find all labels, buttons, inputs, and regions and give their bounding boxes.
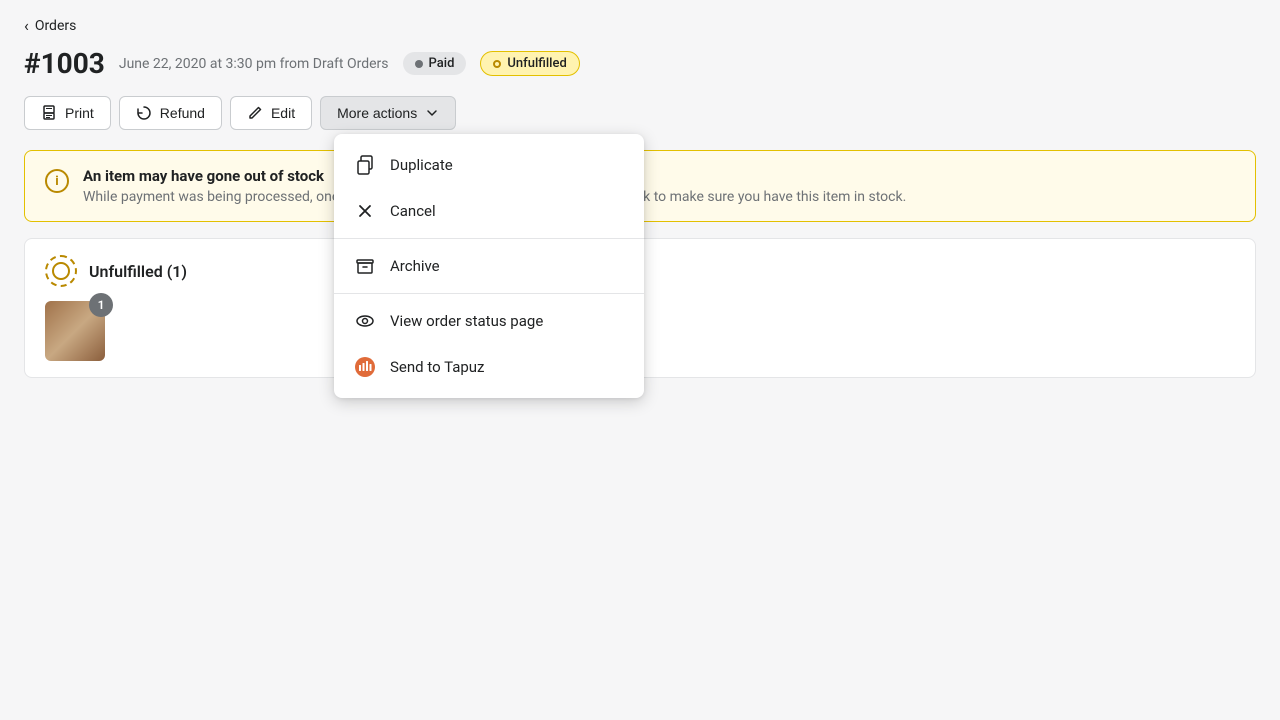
- more-actions-dropdown: Duplicate Cancel: [334, 134, 644, 398]
- back-link[interactable]: ‹ Orders: [24, 16, 76, 35]
- archive-label: Archive: [390, 257, 440, 275]
- edit-button[interactable]: Edit: [230, 96, 312, 130]
- archive-menu-item[interactable]: Archive: [334, 243, 644, 289]
- back-label: Orders: [35, 18, 77, 34]
- duplicate-label: Duplicate: [390, 156, 453, 174]
- refund-button[interactable]: Refund: [119, 96, 222, 130]
- unfulfilled-title: Unfulfilled (1): [89, 262, 187, 281]
- alert-info-icon: i: [45, 169, 69, 193]
- unfulfilled-inner-circle: [52, 262, 70, 280]
- divider-1: [334, 238, 644, 239]
- chevron-down-icon: [425, 106, 439, 120]
- refund-label: Refund: [160, 105, 205, 121]
- more-actions-button[interactable]: More actions: [320, 96, 456, 130]
- edit-icon: [247, 105, 263, 121]
- duplicate-icon: [354, 154, 376, 176]
- view-order-status-menu-item[interactable]: View order status page: [334, 298, 644, 344]
- action-bar: Print Refund Edit More actions: [24, 96, 1256, 130]
- send-tapuz-menu-item[interactable]: Send to Tapuz: [334, 344, 644, 390]
- header-row: #1003 June 22, 2020 at 3:30 pm from Draf…: [24, 47, 1256, 80]
- more-actions-label: More actions: [337, 105, 417, 121]
- paid-label: Paid: [429, 56, 455, 71]
- unfulfilled-status-icon: [45, 255, 77, 287]
- duplicate-menu-item[interactable]: Duplicate: [334, 142, 644, 188]
- send-tapuz-label: Send to Tapuz: [390, 358, 484, 376]
- refund-icon: [136, 105, 152, 121]
- product-thumbnail-wrapper: 1: [45, 301, 105, 361]
- unfulfilled-label: Unfulfilled: [507, 56, 566, 71]
- quantity-badge: 1: [89, 293, 113, 317]
- back-chevron-icon: ‹: [24, 16, 29, 35]
- edit-label: Edit: [271, 105, 295, 121]
- order-meta: June 22, 2020 at 3:30 pm from Draft Orde…: [119, 56, 389, 72]
- unfulfilled-badge: Unfulfilled: [480, 51, 579, 76]
- print-button[interactable]: Print: [24, 96, 111, 130]
- divider-2: [334, 293, 644, 294]
- view-order-status-label: View order status page: [390, 312, 543, 330]
- tapuz-icon: [354, 356, 376, 378]
- archive-icon: [354, 255, 376, 277]
- print-icon: [41, 105, 57, 121]
- cancel-icon: [354, 200, 376, 222]
- order-number: #1003: [24, 47, 105, 80]
- eye-icon: [354, 310, 376, 332]
- paid-badge: Paid: [403, 52, 467, 75]
- cancel-label: Cancel: [390, 202, 436, 220]
- cancel-menu-item[interactable]: Cancel: [334, 188, 644, 234]
- paid-dot-icon: [415, 60, 423, 68]
- print-label: Print: [65, 105, 94, 121]
- unfulfilled-dot-icon: [493, 60, 501, 68]
